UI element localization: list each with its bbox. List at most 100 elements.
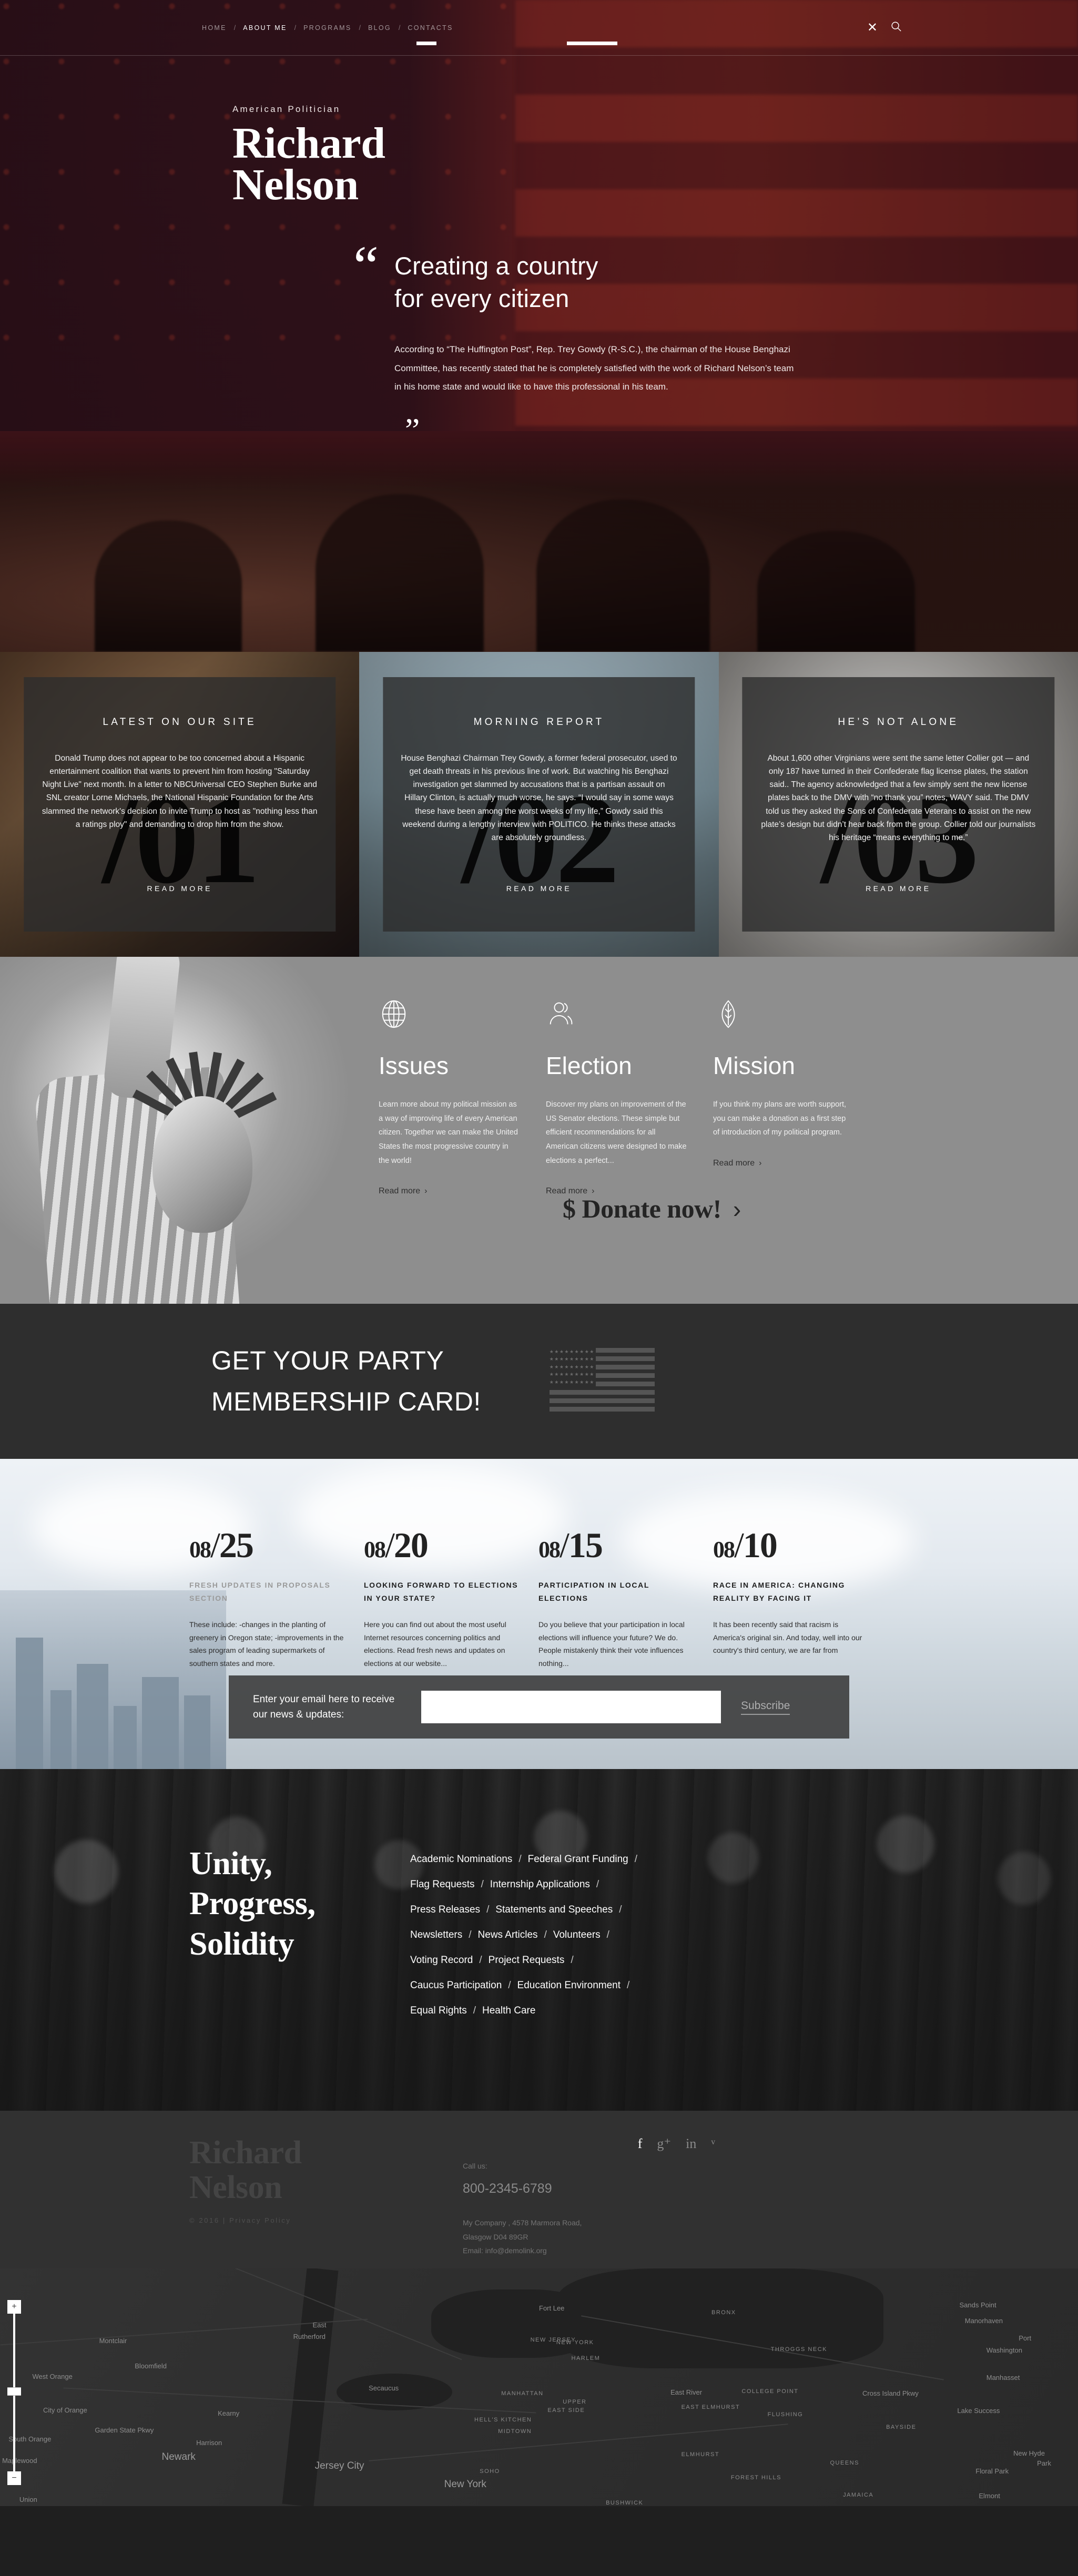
- map-zoom-slider-knob[interactable]: [7, 2387, 21, 2396]
- link-academic-nominations[interactable]: Academic Nominations: [410, 1854, 512, 1865]
- donate-now-button[interactable]: $ Donate now! ›: [563, 1193, 741, 1224]
- facebook-icon[interactable]: f: [638, 2136, 643, 2152]
- blog-post[interactable]: 08/25 FRESH UPDATES IN PROPOSALS SECTION…: [189, 1527, 347, 1670]
- feature-read-more-link[interactable]: Read more ›: [379, 1187, 427, 1196]
- blog-post[interactable]: 08/15 PARTICIPATION IN LOCAL ELECTIONS D…: [538, 1527, 696, 1670]
- link-federal-grant-funding[interactable]: Federal Grant Funding: [528, 1854, 628, 1865]
- hero-eyebrow: American Politician: [232, 104, 341, 114]
- news-card[interactable]: LATEST ON OUR SITE /01 Donald Trump does…: [0, 652, 360, 957]
- map-zoom-slider-track[interactable]: [7, 2314, 21, 2471]
- card-read-more-link[interactable]: READ MORE: [147, 884, 212, 893]
- map-label: Newark: [161, 2451, 196, 2462]
- map-label: Rutherford: [293, 2333, 326, 2340]
- hero-name-line-2: Nelson: [232, 160, 359, 209]
- card-read-more-link[interactable]: READ MORE: [866, 884, 931, 893]
- link-voting-record[interactable]: Voting Record: [410, 1955, 473, 1966]
- nav-item-programs[interactable]: PROGRAMS: [296, 24, 359, 32]
- link-health-care[interactable]: Health Care: [482, 2005, 535, 2016]
- news-card[interactable]: HE’S NOT ALONE /03 About 1,600 other Vir…: [718, 652, 1078, 957]
- copyright-text[interactable]: © 2016 | Privacy Policy: [189, 2216, 463, 2224]
- statue-of-liberty-image: [0, 957, 379, 1304]
- map-zoom-control[interactable]: + −: [7, 2300, 21, 2485]
- link-internship-applications[interactable]: Internship Applications: [490, 1879, 590, 1890]
- link-separator: /: [627, 1980, 630, 1991]
- nav-item-home[interactable]: HOME: [195, 24, 234, 32]
- footer-logo[interactable]: Richard Nelson: [189, 2135, 463, 2205]
- news-card[interactable]: MORNING REPORT /02 House Benghazi Chairm…: [359, 652, 719, 957]
- address-line-1: My Company , 4578 Marmora Road,: [463, 2219, 582, 2227]
- blog-title: PARTICIPATION IN LOCAL ELECTIONS: [538, 1581, 649, 1602]
- map-label: City of Orange: [43, 2406, 87, 2414]
- unity-heading-line-2: Progress,: [189, 1886, 316, 1922]
- map-label: Secaucus: [369, 2384, 399, 2392]
- map-zoom-out-button[interactable]: −: [7, 2471, 21, 2485]
- card-title: HE’S NOT ALONE: [838, 717, 959, 728]
- search-icon[interactable]: [890, 21, 902, 35]
- footer-contacts: Call us: 800-2345-6789 My Company , 4578…: [463, 2136, 684, 2258]
- nav-indicator-left: [416, 42, 436, 45]
- phone-number[interactable]: 800-2345-6789: [463, 2176, 684, 2202]
- social-links: f g⁺ in ᵛ: [638, 2136, 715, 2152]
- blog-month: 08: [189, 1537, 211, 1562]
- blog-day: 20: [393, 1525, 429, 1565]
- link-separator: /: [544, 1929, 547, 1941]
- hero-name-line-1: Richard: [232, 119, 385, 168]
- link-separator: /: [486, 1904, 490, 1916]
- close-icon[interactable]: ✕: [867, 21, 878, 34]
- email-address[interactable]: Email: info@demolink.org: [463, 2244, 684, 2258]
- subscribe-label: Enter your email here to receive our new…: [253, 1693, 395, 1720]
- link-education-environment[interactable]: Education Environment: [517, 1980, 621, 1991]
- card-text: House Benghazi Chairman Trey Gowdy, a fo…: [401, 754, 677, 842]
- feature-title: Mission: [713, 1052, 795, 1079]
- map-label: New York: [444, 2479, 486, 2490]
- feature-read-more-link[interactable]: Read more ›: [713, 1159, 761, 1168]
- google-plus-icon[interactable]: g⁺: [657, 2136, 671, 2152]
- link-project-requests[interactable]: Project Requests: [489, 1955, 565, 1966]
- link-newsletters[interactable]: Newsletters: [410, 1929, 462, 1940]
- blog-slash: /: [734, 1525, 744, 1565]
- quote-open-icon: “: [353, 235, 379, 298]
- site-footer: Richard Nelson © 2016 | Privacy Policy C…: [0, 2111, 1078, 2268]
- map-zoom-in-button[interactable]: +: [7, 2300, 21, 2314]
- link-press-releases[interactable]: Press Releases: [410, 1904, 480, 1915]
- link-separator: /: [473, 2005, 476, 2017]
- link-equal-rights[interactable]: Equal Rights: [410, 2005, 467, 2016]
- blog-excerpt: Do you believe that your participation i…: [538, 1620, 685, 1668]
- link-statements-and-speeches[interactable]: Statements and Speeches: [495, 1904, 613, 1915]
- email-input[interactable]: [421, 1691, 721, 1723]
- link-volunteers[interactable]: Volunteers: [553, 1929, 601, 1940]
- link-news-articles[interactable]: News Articles: [478, 1929, 538, 1940]
- page-root: HOME / ABOUT ME / PROGRAMS / BLOG / CONT…: [0, 0, 1078, 2506]
- feature-column-issues: Issues Learn more about my political mis…: [379, 999, 546, 1196]
- unity-links-row: Flag Requests / Internship Applications /: [410, 1872, 644, 1897]
- nav-item-blog[interactable]: BLOG: [361, 24, 399, 32]
- map-label: Union: [19, 2496, 37, 2503]
- subscribe-button[interactable]: Subscribe: [741, 1700, 790, 1715]
- twitter-icon[interactable]: ᵛ: [711, 2136, 715, 2152]
- link-caucus-participation[interactable]: Caucus Participation: [410, 1980, 502, 1991]
- linkedin-icon[interactable]: in: [686, 2136, 696, 2152]
- link-flag-requests[interactable]: Flag Requests: [410, 1879, 475, 1890]
- nav-item-about-me[interactable]: ABOUT ME: [236, 24, 294, 32]
- feature-read-more-label: Read more: [379, 1187, 421, 1196]
- chevron-right-icon: ›: [424, 1187, 428, 1196]
- map-section[interactable]: + − Fort Lee BRONX Sands Point Manorhaven Ea…: [0, 2268, 1078, 2506]
- map-label: East River: [670, 2388, 703, 2396]
- blog-post[interactable]: 08/10 RACE IN AMERICA: CHANGING REALITY …: [713, 1527, 871, 1670]
- hero-section: HOME / ABOUT ME / PROGRAMS / BLOG / CONT…: [0, 0, 1078, 652]
- nav-menu: HOME / ABOUT ME / PROGRAMS / BLOG / CONT…: [195, 24, 461, 32]
- card-text: About 1,600 other Virginians were sent t…: [761, 754, 1036, 842]
- map-label: Washington: [986, 2346, 1022, 2354]
- chevron-right-icon: ›: [759, 1159, 762, 1168]
- card-read-more-link[interactable]: READ MORE: [506, 884, 572, 893]
- blog-month: 08: [364, 1537, 386, 1562]
- blog-post[interactable]: 08/20 LOOKING FORWARD TO ELECTIONS IN YO…: [364, 1527, 522, 1670]
- feature-text: Learn more about my political mission as…: [379, 1100, 518, 1165]
- nav-item-contacts[interactable]: CONTACTS: [400, 24, 460, 32]
- feature-column-mission: Mission If you think my plans are worth …: [713, 999, 880, 1196]
- donate-label: Donate now!: [582, 1194, 722, 1223]
- map-label: Garden State Pkwy: [95, 2426, 154, 2434]
- map-label: BUSHWICK: [606, 2500, 644, 2506]
- blog-day: 25: [219, 1525, 254, 1565]
- blog-month: 08: [538, 1537, 561, 1562]
